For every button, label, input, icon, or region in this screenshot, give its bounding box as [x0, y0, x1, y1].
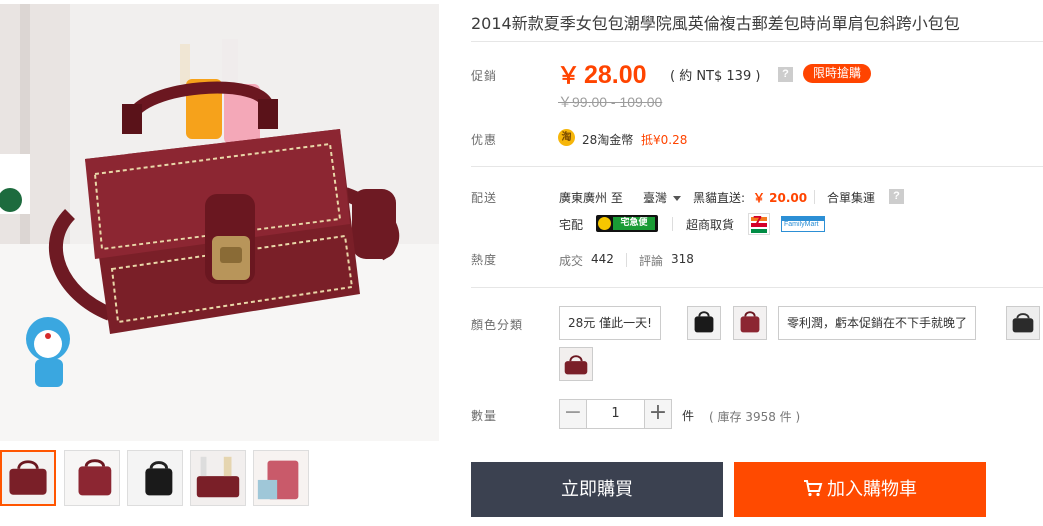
- ship-to-label: 臺灣: [643, 191, 668, 205]
- quantity-decrease-button[interactable]: −: [559, 399, 587, 429]
- add-to-cart-label: 加入購物車: [827, 479, 917, 500]
- color-option-red[interactable]: [733, 306, 767, 340]
- help-icon[interactable]: ?: [778, 67, 793, 82]
- cart-icon: [804, 480, 823, 497]
- divider: [626, 253, 627, 267]
- promo-divider: [471, 166, 1043, 167]
- cat-icon: [598, 217, 611, 230]
- color-option-wine[interactable]: [559, 347, 593, 381]
- sale-price: ￥ 28.00: [557, 56, 647, 90]
- currency-symbol: ￥: [557, 62, 580, 88]
- quantity-label: 數量: [471, 409, 498, 423]
- reviews-count[interactable]: 318: [671, 252, 694, 266]
- delivery-label: 配送: [471, 191, 498, 205]
- product-title: 2014新款夏季女包包潮學院風英倫複古郵差包時尚單肩包斜跨小包包: [471, 14, 960, 33]
- coin-amount: 28淘金幣: [582, 133, 634, 147]
- color-option-1[interactable]: 28元 僅此一天!: [559, 306, 661, 340]
- reviews-label: 評論: [639, 254, 664, 268]
- buy-now-button[interactable]: 立即購買: [471, 462, 723, 517]
- sold-label: 成交: [559, 254, 584, 268]
- divider: [672, 217, 673, 231]
- details-divider: [471, 287, 1043, 288]
- flash-sale-badge: 限時搶購: [803, 64, 872, 83]
- familymart-logo-text: FamilyMart: [784, 221, 819, 228]
- color-label: 顏色分類: [471, 318, 524, 332]
- seven-eleven-logo: 7: [748, 213, 770, 235]
- product-main-image[interactable]: [0, 4, 439, 441]
- help-icon[interactable]: ?: [889, 189, 904, 204]
- home-delivery-label: 宅配: [559, 218, 584, 232]
- title-divider: [471, 41, 1043, 42]
- thumbnail-4[interactable]: [190, 450, 246, 506]
- quantity-input[interactable]: 1: [587, 399, 644, 429]
- quantity-unit: 件: [682, 409, 695, 423]
- popularity-label: 熱度: [471, 253, 498, 267]
- combined-shipping: 合單集運: [827, 191, 876, 205]
- store-pickup-label: 超商取貨: [686, 218, 735, 232]
- thumbnail-3[interactable]: [127, 450, 183, 506]
- familymart-logo: FamilyMart: [781, 216, 825, 232]
- seven-eleven-logo-text: 7: [753, 214, 762, 231]
- stock-count: ( 庫存 3958 件 ): [709, 410, 801, 424]
- shipping-method-label: 黑貓直送:: [693, 191, 746, 205]
- taobao-coin-icon: 淘: [558, 129, 575, 146]
- thumbnail-strip: [0, 450, 439, 508]
- color-option-dark[interactable]: [1006, 306, 1040, 340]
- ship-from: 廣東廣州 至: [559, 191, 623, 205]
- ship-to-select[interactable]: 臺灣: [643, 189, 682, 206]
- original-price: ￥99.00 - 109.00: [558, 94, 663, 110]
- divider: [814, 190, 815, 204]
- buy-now-label: 立即購買: [561, 479, 633, 500]
- takkyubin-logo-text: 宅急便: [613, 217, 655, 230]
- quantity-increase-button[interactable]: +: [644, 399, 672, 429]
- color-option-2[interactable]: 零利潤，虧本促銷在不下手就晚了: [778, 306, 977, 340]
- chevron-down-icon: [673, 196, 682, 201]
- coin-discount: 抵¥0.28: [641, 133, 688, 147]
- thumbnail-5[interactable]: [253, 450, 309, 506]
- sold-count: 442: [591, 252, 614, 266]
- price-amount: 28.00: [584, 61, 647, 89]
- add-to-cart-button[interactable]: 加入購物車: [734, 462, 986, 517]
- color-option-black[interactable]: [687, 306, 721, 340]
- promo-label: 优惠: [471, 133, 498, 147]
- approx-price: ( 約 NT$ 139 ): [670, 69, 761, 84]
- shipping-price: ￥ 20.00: [753, 191, 808, 205]
- thumbnail-1[interactable]: [0, 450, 56, 506]
- takkyubin-logo: 宅急便: [596, 215, 658, 232]
- price-label: 促銷: [471, 69, 498, 83]
- thumbnail-2[interactable]: [64, 450, 120, 506]
